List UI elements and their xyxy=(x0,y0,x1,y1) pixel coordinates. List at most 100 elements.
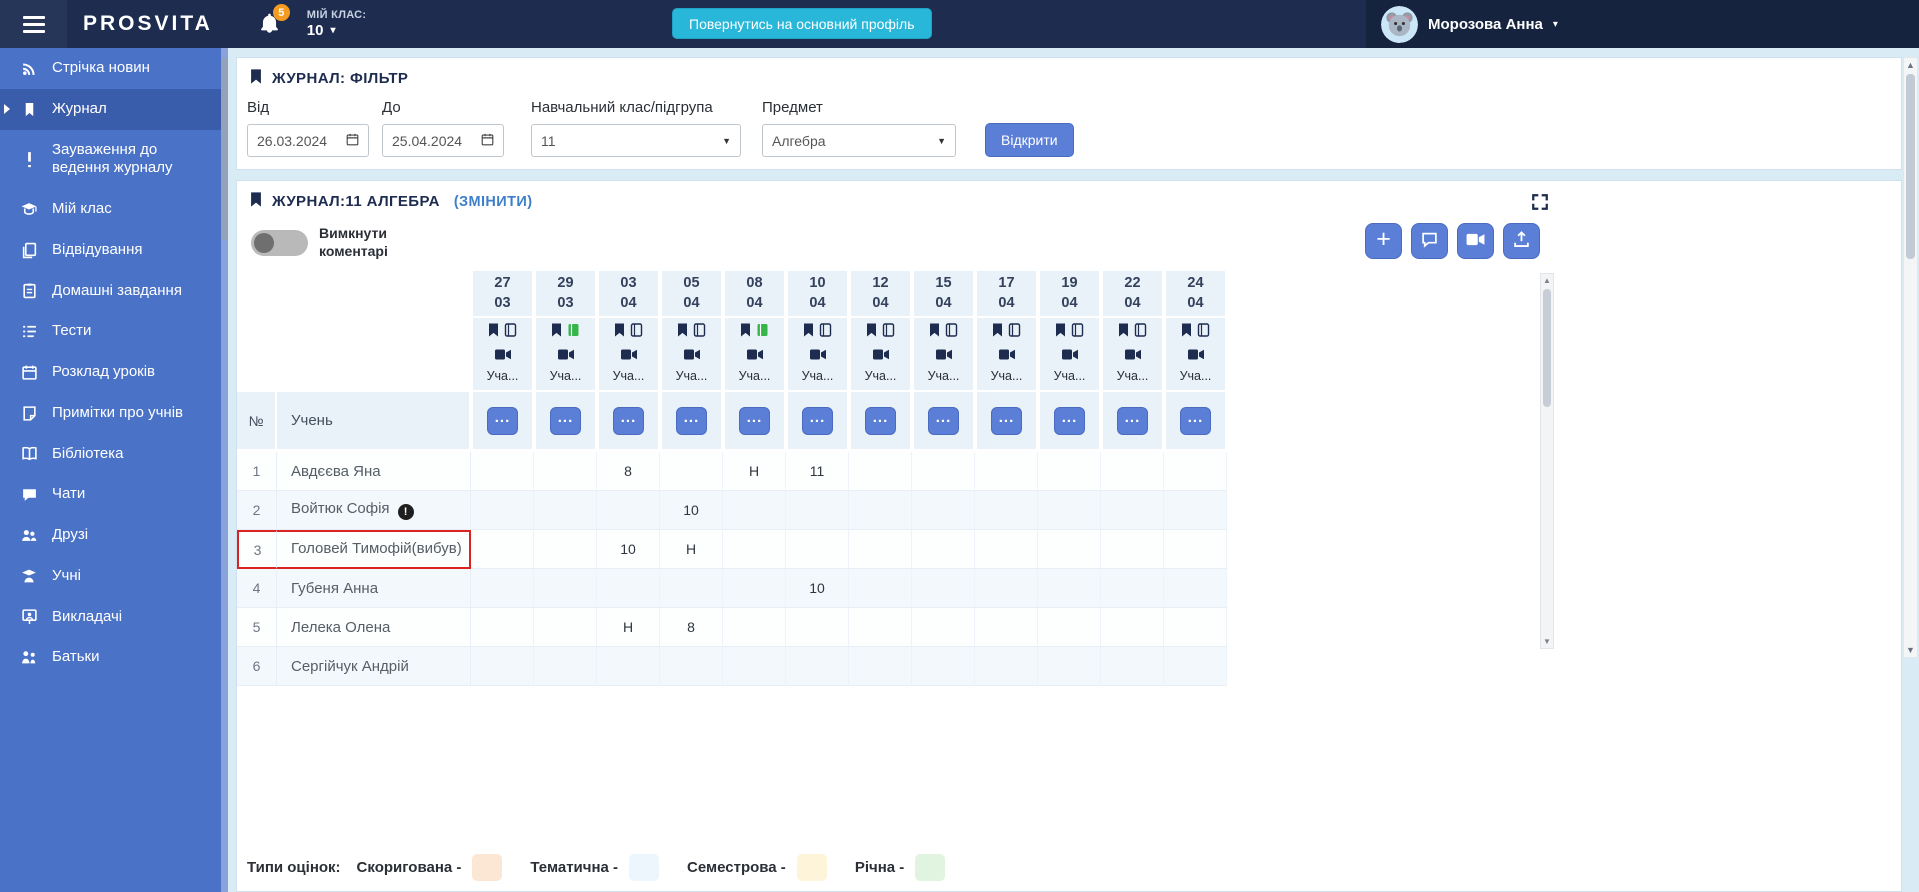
date-column-header[interactable]: 2903 xyxy=(534,271,597,318)
lesson-participants-link[interactable]: Уча... xyxy=(788,369,847,383)
sidebar-item-my-class[interactable]: Мій клас xyxy=(0,189,228,230)
warning-icon[interactable]: ! xyxy=(398,504,414,520)
grade-cell[interactable] xyxy=(849,452,912,491)
grade-cell[interactable] xyxy=(1101,647,1164,686)
grade-cell[interactable] xyxy=(1101,452,1164,491)
sidebar-item-schedule[interactable]: Розклад уроків xyxy=(0,352,228,393)
video-camera-icon[interactable] xyxy=(746,347,764,365)
journal-book-icon[interactable] xyxy=(630,323,643,342)
grade-cell[interactable] xyxy=(723,530,786,569)
grade-cell[interactable] xyxy=(786,608,849,647)
bookmark-icon[interactable] xyxy=(803,323,814,342)
fullscreen-toggle-icon[interactable] xyxy=(1531,193,1551,213)
video-camera-icon[interactable] xyxy=(494,347,512,365)
video-camera-icon[interactable] xyxy=(998,347,1016,365)
grade-cell[interactable]: 8 xyxy=(660,608,723,647)
video-camera-icon[interactable] xyxy=(620,347,638,365)
grade-cell[interactable] xyxy=(660,569,723,608)
grade-cell[interactable]: 10 xyxy=(786,569,849,608)
grade-cell[interactable] xyxy=(1164,647,1227,686)
column-actions-button[interactable]: ... xyxy=(739,407,770,435)
grade-cell[interactable] xyxy=(1038,569,1101,608)
bookmark-icon[interactable] xyxy=(488,323,499,342)
grade-cell[interactable] xyxy=(471,452,534,491)
grade-cell[interactable] xyxy=(534,530,597,569)
grade-cell[interactable] xyxy=(1038,608,1101,647)
page-scrollbar-thumb[interactable] xyxy=(1906,74,1915,259)
journal-book-icon[interactable] xyxy=(945,323,958,342)
column-actions-button[interactable]: ... xyxy=(676,407,707,435)
sidebar-item-remarks[interactable]: Зауваження до ведення журналу xyxy=(0,130,228,190)
sidebar-item-teachers[interactable]: Викладачі xyxy=(0,597,228,638)
grade-cell[interactable] xyxy=(1038,452,1101,491)
bookmark-icon[interactable] xyxy=(1118,323,1129,342)
grade-cell[interactable] xyxy=(1038,530,1101,569)
grade-cell[interactable] xyxy=(471,647,534,686)
grade-cell[interactable] xyxy=(597,491,660,530)
grade-cell[interactable] xyxy=(1038,647,1101,686)
journal-book-icon[interactable] xyxy=(1134,323,1147,342)
sidebar-item-parents[interactable]: Батьки xyxy=(0,637,228,678)
bookmark-icon[interactable] xyxy=(677,323,688,342)
grade-cell[interactable] xyxy=(471,608,534,647)
date-column-header[interactable]: 1004 xyxy=(786,271,849,318)
column-actions-button[interactable]: ... xyxy=(865,407,896,435)
grade-cell[interactable] xyxy=(1164,452,1227,491)
column-actions-button[interactable]: ... xyxy=(928,407,959,435)
my-class-selector[interactable]: МІЙ КЛАС: 10▾ xyxy=(307,9,367,39)
lesson-participants-link[interactable]: Уча... xyxy=(599,369,658,383)
grade-cell[interactable] xyxy=(534,647,597,686)
video-camera-icon[interactable] xyxy=(1061,347,1079,365)
return-main-profile-button[interactable]: Повернутись на основний профіль xyxy=(672,8,932,39)
subject-select[interactable]: Алгебра ▼ xyxy=(762,124,956,157)
grade-cell[interactable] xyxy=(912,569,975,608)
grade-cell[interactable] xyxy=(723,647,786,686)
grade-cell[interactable] xyxy=(849,491,912,530)
sidebar-item-attendance[interactable]: Відвідування xyxy=(0,230,228,271)
grade-cell[interactable]: 10 xyxy=(597,530,660,569)
sidebar-scrollbar-thumb[interactable] xyxy=(221,58,228,240)
grade-cell[interactable] xyxy=(534,452,597,491)
column-actions-button[interactable]: ... xyxy=(550,407,581,435)
notifications-button[interactable]: 5 xyxy=(259,12,281,36)
video-camera-icon[interactable] xyxy=(1124,347,1142,365)
class-group-select[interactable]: 11 ▼ xyxy=(531,124,741,157)
lesson-participants-link[interactable]: Уча... xyxy=(914,369,973,383)
grade-cell[interactable] xyxy=(1164,608,1227,647)
change-journal-link[interactable]: (ЗМІНИТИ) xyxy=(454,194,533,210)
user-menu[interactable]: Морозова Анна ▾ xyxy=(1366,0,1919,48)
lesson-participants-link[interactable]: Уча... xyxy=(473,369,532,383)
grade-cell[interactable]: 8 xyxy=(597,452,660,491)
menu-toggle-button[interactable] xyxy=(0,0,67,48)
grade-cell[interactable] xyxy=(849,647,912,686)
column-actions-button[interactable]: ... xyxy=(1180,407,1211,435)
journal-book-icon[interactable] xyxy=(756,323,769,342)
grade-cell[interactable] xyxy=(723,569,786,608)
grade-cell[interactable] xyxy=(723,608,786,647)
grade-cell[interactable] xyxy=(1101,608,1164,647)
sidebar-item-journal[interactable]: Журнал xyxy=(0,89,228,130)
from-date-input[interactable]: 26.03.2024 xyxy=(247,124,369,157)
sidebar-item-friends[interactable]: Друзі xyxy=(0,515,228,556)
sidebar-item-chats[interactable]: Чати xyxy=(0,474,228,515)
grade-cell[interactable] xyxy=(1164,569,1227,608)
lesson-participants-link[interactable]: Уча... xyxy=(977,369,1036,383)
grade-cell[interactable] xyxy=(597,647,660,686)
grade-cell[interactable] xyxy=(975,608,1038,647)
video-camera-icon[interactable] xyxy=(809,347,827,365)
grade-cell[interactable] xyxy=(912,491,975,530)
journal-book-icon[interactable] xyxy=(1071,323,1084,342)
journal-book-icon[interactable] xyxy=(1197,323,1210,342)
bookmark-icon[interactable] xyxy=(992,323,1003,342)
grade-cell[interactable] xyxy=(534,569,597,608)
date-column-header[interactable]: 1204 xyxy=(849,271,912,318)
grade-cell[interactable]: 10 xyxy=(660,491,723,530)
grade-cell[interactable] xyxy=(534,608,597,647)
video-camera-icon[interactable] xyxy=(683,347,701,365)
grade-cell[interactable] xyxy=(660,452,723,491)
grade-cell[interactable]: Н xyxy=(660,530,723,569)
grade-cell[interactable] xyxy=(786,530,849,569)
date-column-header[interactable]: 1704 xyxy=(975,271,1038,318)
journal-book-icon[interactable] xyxy=(882,323,895,342)
date-column-header[interactable]: 0504 xyxy=(660,271,723,318)
